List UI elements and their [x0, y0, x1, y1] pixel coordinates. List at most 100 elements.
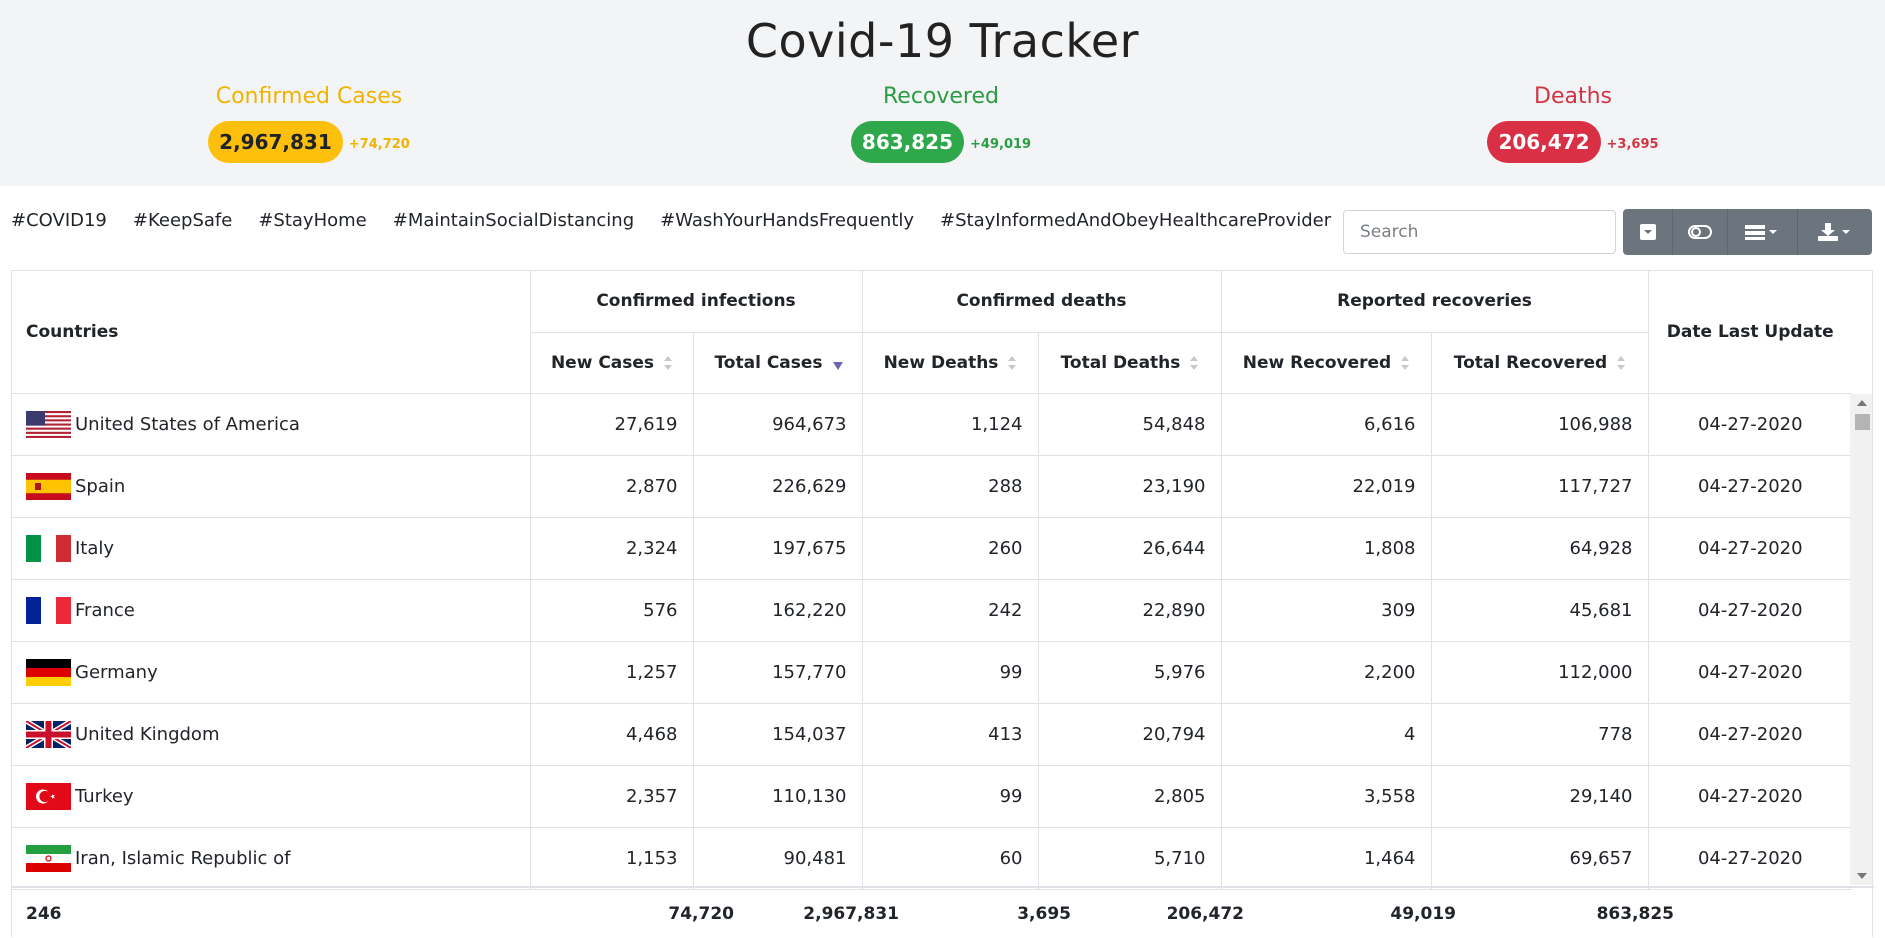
sort-icon: [1401, 355, 1410, 370]
sort-icon: [664, 355, 673, 370]
toggle-button[interactable]: [1673, 209, 1728, 255]
scroll-thumb[interactable]: [1855, 414, 1870, 430]
page-title: Covid-19 Tracker: [745, 14, 1140, 68]
footer-country-count: 246: [26, 904, 62, 924]
total-cases-cell: 154,037: [693, 703, 863, 766]
total-recovered-cell: 112,000: [1431, 641, 1649, 704]
country-name: Spain: [75, 475, 126, 497]
country-cell: Spain: [12, 455, 531, 518]
new-recovered-cell: 309: [1221, 579, 1432, 642]
country-cell: Turkey: [12, 765, 531, 828]
new-recovered-header[interactable]: New Recovered: [1221, 332, 1432, 394]
footer-new-deaths: 3,695: [1017, 904, 1071, 924]
total-cases-cell: 964,673: [693, 393, 863, 456]
reported-recoveries-header: Reported recoveries: [1221, 271, 1649, 333]
table-row[interactable]: Iran, Islamic Republic of 1,153 90,481 60 5,…: [12, 827, 1852, 890]
scroll-up-arrow-icon[interactable]: [1857, 400, 1867, 406]
countries-table: Countries Confirmed infections Confirmed…: [11, 270, 1874, 938]
us-flag-icon: [26, 410, 71, 438]
table-row[interactable]: Turkey 2,357 110,130 99 2,805 3,558 29,140 04-2…: [12, 765, 1852, 828]
italy-flag-icon: [26, 534, 71, 562]
new-cases-cell: 1,153: [530, 827, 694, 890]
germany-flag-icon: [26, 658, 71, 686]
total-deaths-cell: 2,805: [1038, 765, 1222, 828]
new-cases-header[interactable]: New Cases: [530, 332, 694, 394]
table-scrollbar[interactable]: [1850, 394, 1872, 885]
total-deaths-cell: 23,190: [1038, 455, 1222, 518]
country-cell: United States of America: [12, 393, 531, 456]
scroll-down-arrow-icon[interactable]: [1857, 873, 1867, 879]
deaths-delta: +3,695: [1606, 136, 1659, 152]
total-deaths-cell: 20,794: [1038, 703, 1222, 766]
deaths-label: Deaths: [1534, 84, 1612, 109]
hashtag: #KeepSafe: [132, 210, 233, 231]
table-footer: 246 74,720 2,967,831 3,695 206,472 49,01…: [12, 886, 1874, 938]
footer-total-deaths: 206,472: [1166, 904, 1244, 924]
new-recovered-cell: 1,808: [1221, 517, 1432, 580]
table-row[interactable]: Germany 1,257 157,770 99 5,976 2,200 112,000 04…: [12, 641, 1852, 704]
spain-flag-icon: [26, 472, 71, 500]
table-row[interactable]: France 576 162,220 242 22,890 309 45,681 04-27-…: [12, 579, 1852, 642]
search-input[interactable]: [1343, 210, 1616, 254]
country-name: France: [75, 599, 135, 621]
recovered-delta: +49,019: [970, 136, 1032, 152]
hashtag-list: #COVID19 #KeepSafe #StayHome #MaintainSo…: [11, 210, 1331, 231]
total-deaths-cell: 22,890: [1038, 579, 1222, 642]
total-deaths-header[interactable]: Total Deaths: [1038, 332, 1222, 394]
new-cases-cell: 2,870: [530, 455, 694, 518]
confirmed-cases-delta: +74,720: [348, 136, 410, 152]
date-cell: 04-27-2020: [1648, 641, 1852, 704]
table-row[interactable]: United Kingdom 4,468 154,037 413 20,794 4 778 0…: [12, 703, 1852, 766]
toggle-switch-icon: [1687, 223, 1713, 241]
total-deaths-cell: 54,848: [1038, 393, 1222, 456]
new-cases-cell: 27,619: [530, 393, 694, 456]
total-cases-cell: 197,675: [693, 517, 863, 580]
export-dropdown-button[interactable]: [1798, 209, 1872, 255]
deaths-badge: 206,472: [1487, 121, 1601, 163]
total-recovered-cell: 29,140: [1431, 765, 1649, 828]
country-name: United States of America: [75, 413, 300, 435]
collapse-button[interactable]: [1623, 209, 1674, 255]
country-cell: Germany: [12, 641, 531, 704]
date-cell: 04-27-2020: [1648, 579, 1852, 642]
new-recovered-cell: 22,019: [1221, 455, 1432, 518]
table-row[interactable]: United States of America 27,619 964,673 1,1…: [12, 393, 1852, 456]
new-recovered-cell: 3,558: [1221, 765, 1432, 828]
new-deaths-cell: 413: [862, 703, 1039, 766]
total-recovered-cell: 69,657: [1431, 827, 1649, 890]
country-cell: Iran, Islamic Republic of: [12, 827, 531, 890]
table-row[interactable]: Spain 2,870 226,629 288 23,190 22,019 117,727 0…: [12, 455, 1852, 518]
confirmed-cases-label: Confirmed Cases: [215, 84, 403, 109]
new-deaths-cell: 99: [862, 765, 1039, 828]
turkey-flag-icon: [26, 782, 71, 810]
france-flag-icon: [26, 596, 71, 624]
toolbar-row: #COVID19 #KeepSafe #StayHome #MaintainSo…: [0, 186, 1885, 270]
new-cases-cell: 2,324: [530, 517, 694, 580]
new-deaths-cell: 60: [862, 827, 1039, 890]
new-deaths-cell: 1,124: [862, 393, 1039, 456]
columns-dropdown-button[interactable]: [1728, 209, 1798, 255]
new-cases-cell: 1,257: [530, 641, 694, 704]
date-cell: 04-27-2020: [1648, 455, 1852, 518]
total-cases-cell: 162,220: [693, 579, 863, 642]
table-row[interactable]: Italy 2,324 197,675 260 26,644 1,808 64,928 04-…: [12, 517, 1852, 580]
footer-total-cases: 2,967,831: [803, 904, 899, 924]
total-recovered-cell: 778: [1431, 703, 1649, 766]
date-cell: 04-27-2020: [1648, 765, 1852, 828]
countries-header[interactable]: Countries: [12, 271, 531, 394]
date-cell: 04-27-2020: [1648, 393, 1852, 456]
new-recovered-cell: 6,616: [1221, 393, 1432, 456]
total-cases-header[interactable]: Total Cases: [693, 332, 863, 394]
new-recovered-cell: 1,464: [1221, 827, 1432, 890]
recovered-badge: 863,825: [850, 121, 965, 163]
new-deaths-header[interactable]: New Deaths: [862, 332, 1039, 394]
total-recovered-header[interactable]: Total Recovered: [1431, 332, 1649, 394]
recovered-stat: Recovered 863,825 +49,019: [781, 84, 1101, 163]
confirmed-infections-header: Confirmed infections: [530, 271, 863, 333]
total-deaths-cell: 5,976: [1038, 641, 1222, 704]
sort-desc-icon: [832, 356, 843, 370]
country-cell: Italy: [12, 517, 531, 580]
date-last-update-header[interactable]: Date Last Update: [1648, 271, 1852, 394]
confirmed-cases-badge: 2,967,831: [208, 121, 343, 163]
table-toolbar: [1623, 209, 1872, 255]
